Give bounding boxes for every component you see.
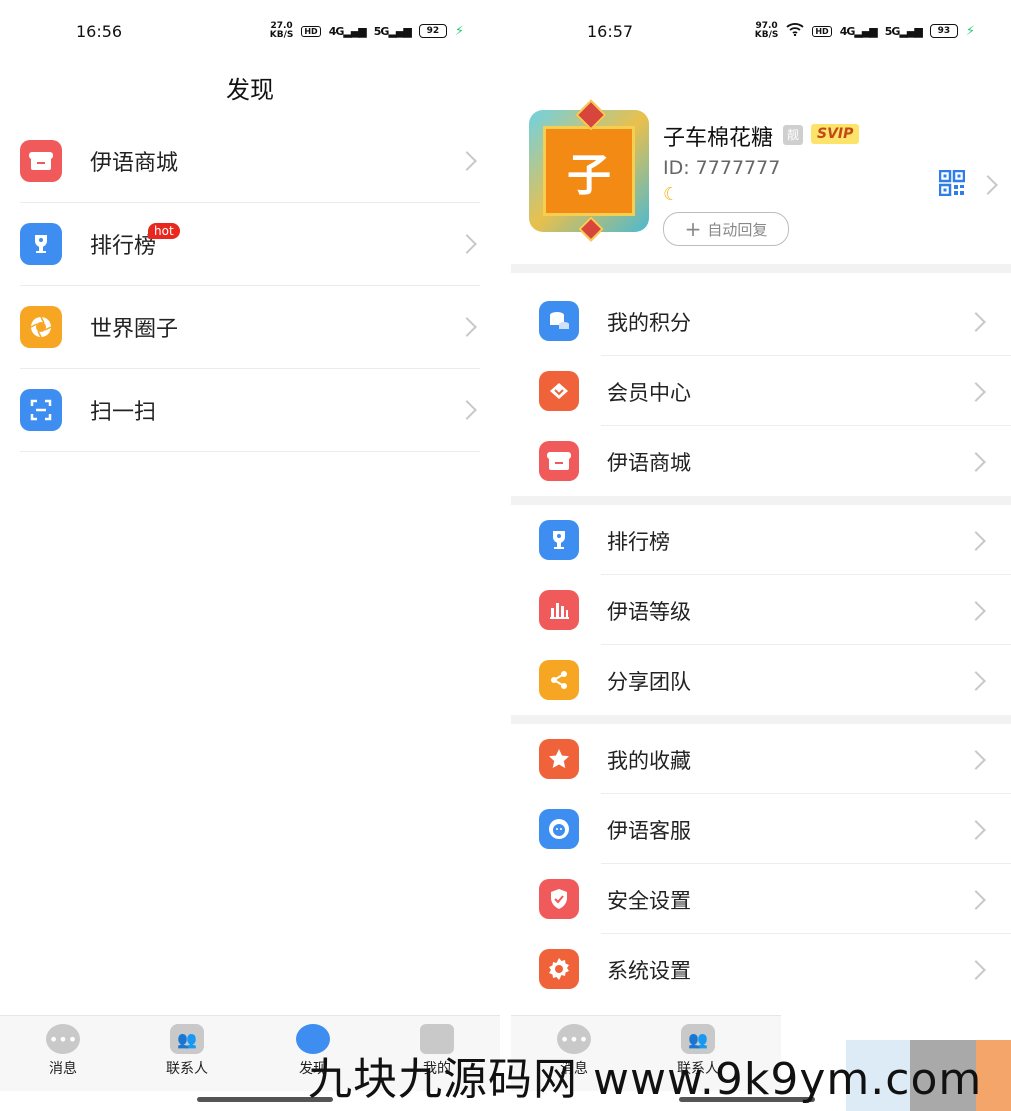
scan-icon — [20, 389, 62, 431]
battery-icon: 92 — [418, 24, 447, 38]
share-icon — [539, 660, 579, 700]
signal-5g-icon: 5G▂▄▆ — [884, 24, 923, 38]
menu-item-store[interactable]: 伊语商城 — [20, 120, 480, 203]
menu-item-label: 会员中心 — [607, 381, 691, 405]
section-divider — [511, 496, 1011, 505]
chevron-right-icon — [457, 400, 477, 420]
trophy-icon — [20, 223, 62, 265]
chevron-right-icon — [966, 382, 986, 402]
chevron-right-icon — [457, 317, 477, 337]
chevron-right-icon — [966, 452, 986, 472]
chevron-right-icon — [966, 750, 986, 770]
store-icon — [20, 140, 62, 182]
menu-item-label: 我的收藏 — [607, 749, 691, 773]
battery-icon: 93 — [929, 24, 958, 38]
menu-item-label: 扫一扫 — [90, 400, 157, 425]
status-time: 16:56 — [76, 22, 123, 41]
signal-4g-icon: 4G▂▄▆ — [328, 24, 367, 38]
menu-item-scan[interactable]: 扫一扫 — [20, 369, 480, 452]
profile-header[interactable]: 子 子车棉花糖 靓 SVIP ID: 7777777 ☾ + 自动回复 — [511, 99, 1011, 265]
menu-item-share-team[interactable]: 分享团队 — [511, 645, 1011, 715]
section-divider — [511, 264, 1011, 273]
aperture-icon — [20, 306, 62, 348]
plus-icon: + — [684, 217, 702, 241]
status-bar: 16:57 97.0 KB/S HD 4G▂▄▆ 5G▂▄▆ 93 ⚡ — [511, 18, 1011, 46]
auto-reply-button[interactable]: + 自动回复 — [663, 212, 789, 246]
chevron-right-icon — [966, 671, 986, 691]
chat-bubble-icon: ••• — [46, 1024, 80, 1054]
menu-item-security-settings[interactable]: 安全设置 — [511, 864, 1011, 934]
menu-item-world-circle[interactable]: 世界圈子 — [20, 286, 480, 369]
shield-icon — [539, 879, 579, 919]
status-bar: 16:56 27.0 KB/S HD 4G▂▄▆ 5G▂▄▆ 92 ⚡ — [0, 18, 500, 46]
menu-item-vip-center[interactable]: 会员中心 — [511, 356, 1011, 426]
chevron-right-icon — [966, 601, 986, 621]
store-icon — [539, 441, 579, 481]
diamond-icon — [539, 371, 579, 411]
user-id: ID: 7777777 — [663, 157, 781, 179]
charging-icon: ⚡ — [965, 23, 975, 39]
menu-item-ranking[interactable]: 排行榜 — [511, 505, 1011, 575]
support-icon — [539, 809, 579, 849]
hd-icon: HD — [812, 25, 832, 37]
charging-icon: ⚡ — [454, 23, 464, 39]
page-title: 发现 — [226, 76, 274, 104]
menu-item-label: 安全设置 — [607, 889, 691, 913]
menu-item-label: 伊语商城 — [90, 151, 179, 176]
star-icon — [539, 739, 579, 779]
tab-messages[interactable]: ••• 消息 — [18, 1024, 108, 1078]
chevron-right-icon — [966, 960, 986, 980]
moon-icon: ☾ — [663, 184, 680, 205]
wifi-icon — [786, 22, 804, 40]
profile-screen: 16:57 97.0 KB/S HD 4G▂▄▆ 5G▂▄▆ 93 ⚡ 子 子车棉… — [511, 0, 1011, 1111]
chevron-right-icon — [966, 820, 986, 840]
network-speed: 97.0 KB/S — [754, 21, 779, 40]
menu-item-store[interactable]: 伊语商城 — [511, 426, 1011, 496]
tab-contacts[interactable]: 👥 联系人 — [142, 1024, 232, 1078]
chevron-right-icon — [457, 151, 477, 171]
trophy-icon — [539, 520, 579, 560]
gear-icon — [539, 949, 579, 989]
chevron-right-icon — [966, 890, 986, 910]
signal-4g-icon: 4G▂▄▆ — [839, 24, 878, 38]
menu-item-label: 我的积分 — [607, 311, 691, 335]
menu-item-label: 伊语商城 — [607, 451, 691, 475]
menu-item-label: 伊语客服 — [607, 819, 691, 843]
svip-badge: SVIP — [811, 124, 860, 144]
bar-chart-icon — [539, 590, 579, 630]
menu-item-label: 伊语等级 — [607, 600, 691, 624]
menu-item-label: 排行榜 — [90, 234, 157, 259]
hd-icon: HD — [301, 25, 321, 37]
menu-item-ranking[interactable]: 排行榜 hot — [20, 203, 480, 286]
discover-screen: 16:56 27.0 KB/S HD 4G▂▄▆ 5G▂▄▆ 92 ⚡ 发现 伊语… — [0, 0, 500, 1111]
contacts-icon: 👥 — [170, 1024, 204, 1054]
menu-item-system-settings[interactable]: 系统设置 — [511, 934, 1011, 1004]
watermark-text: 九块九源码网 www.9k9ym.com — [308, 1054, 983, 1105]
menu-item-level[interactable]: 伊语等级 — [511, 575, 1011, 645]
network-speed: 27.0 KB/S — [269, 21, 294, 40]
pretty-id-badge: 靓 — [783, 125, 803, 145]
chevron-right-icon — [966, 312, 986, 332]
menu-item-favorites[interactable]: 我的收藏 — [511, 724, 1011, 794]
chevron-right-icon — [978, 175, 998, 195]
qr-code-icon[interactable] — [939, 170, 965, 196]
menu-item-label: 分享团队 — [607, 670, 691, 694]
section-divider — [511, 715, 1011, 724]
menu-item-points[interactable]: 我的积分 — [511, 286, 1011, 356]
signal-5g-icon: 5G▂▄▆ — [373, 24, 412, 38]
coins-icon — [539, 301, 579, 341]
menu-item-customer-service[interactable]: 伊语客服 — [511, 794, 1011, 864]
hot-badge: hot — [148, 223, 180, 239]
status-time: 16:57 — [587, 22, 634, 41]
username: 子车棉花糖 — [663, 126, 774, 151]
chevron-right-icon — [966, 531, 986, 551]
menu-item-label: 系统设置 — [607, 959, 691, 983]
menu-item-label: 排行榜 — [607, 530, 670, 554]
avatar[interactable]: 子 — [529, 99, 649, 242]
chevron-right-icon — [457, 234, 477, 254]
menu-item-label: 世界圈子 — [90, 317, 179, 342]
